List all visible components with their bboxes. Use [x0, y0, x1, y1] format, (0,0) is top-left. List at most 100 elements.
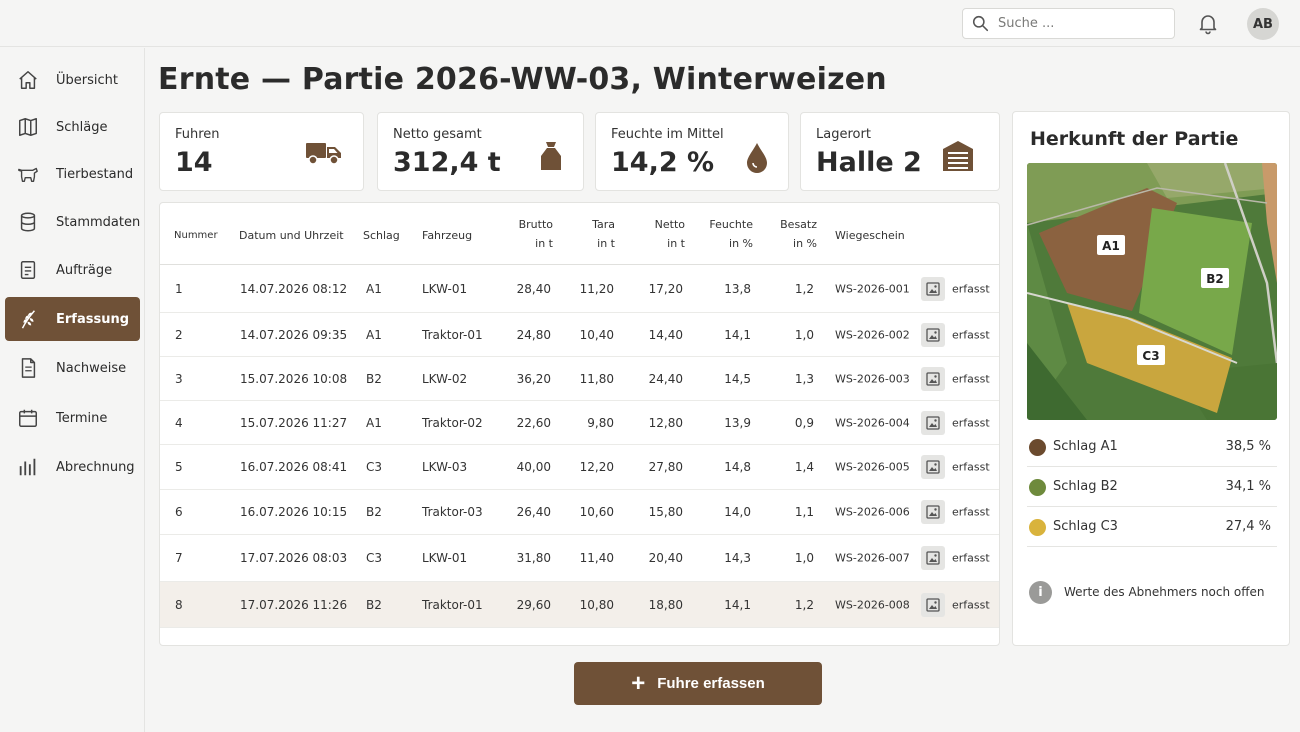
avatar[interactable]: AB — [1247, 8, 1279, 40]
legend-percent: 38,5 % — [1225, 439, 1271, 454]
cell-status: erfasst — [952, 505, 990, 519]
bar-chart-icon — [19, 458, 36, 476]
header-tara[interactable]: Tara in t — [564, 215, 615, 253]
info-note: i Werte des Abnehmers noch offen — [1027, 580, 1277, 606]
legend-name: Schlag C3 — [1053, 519, 1118, 534]
table-row[interactable]: 4 15.07.2026 11:27 A1 Traktor-02 22,60 9,80 12… — [160, 401, 999, 445]
table-row[interactable]: 3 15.07.2026 10:08 B2 LKW-02 36,20 11,80 24,40… — [160, 357, 999, 401]
cell-fahrzeug: Traktor-01 — [422, 327, 483, 342]
cell-tara: 11,20 — [579, 282, 614, 296]
cell-besatz: 1,0 — [794, 551, 814, 565]
cell-nr: 4 — [175, 415, 183, 430]
sidebar-item-nachweise[interactable]: Nachweise — [5, 346, 140, 390]
image-icon[interactable] — [921, 592, 945, 617]
sidebar-item-abrechnung[interactable]: Abrechnung — [5, 445, 140, 489]
droplet-icon — [747, 143, 767, 173]
cell-tara: 11,80 — [579, 371, 614, 386]
storage-hall-icon — [943, 141, 973, 171]
cell-tara: 12,20 — [579, 460, 614, 474]
header-besatz-unit: in % — [793, 237, 817, 250]
image-icon[interactable] — [921, 322, 945, 347]
header-besatz-label: Besatz — [780, 218, 817, 231]
home-icon — [19, 71, 37, 89]
header-besatz[interactable]: Besatz in % — [760, 215, 817, 253]
image-icon[interactable] — [921, 366, 945, 391]
table-row[interactable]: 5 16.07.2026 08:41 C3 LKW-03 40,00 12,20 27,80… — [160, 445, 999, 490]
sidebar-item-schlaege[interactable]: Schläge — [5, 105, 140, 149]
cell-fahrzeug: Traktor-03 — [422, 505, 483, 519]
header-netto[interactable]: Netto in t — [634, 215, 685, 253]
cell-tara: 10,80 — [579, 597, 614, 612]
header-fahrzeug[interactable]: Fahrzeug — [422, 226, 472, 245]
field-map[interactable]: A1 B2 C3 — [1027, 163, 1277, 420]
sidebar-item-tierbestand[interactable]: Tierbestand — [5, 152, 140, 196]
legend-percent: 27,4 % — [1225, 519, 1271, 534]
cell-datum: 15.07.2026 11:27 — [240, 415, 348, 430]
table-row[interactable]: 1 14.07.2026 08:12 A1 LKW-01 28,40 11,20 17,20… — [160, 266, 999, 313]
sidebar-item-stammdaten[interactable]: Stammdaten — [5, 200, 140, 244]
cell-tara: 10,60 — [579, 505, 614, 519]
table-row[interactable]: 7 17.07.2026 08:03 C3 LKW-01 31,80 11,40 20,40… — [160, 535, 999, 582]
header-schlag[interactable]: Schlag — [363, 226, 400, 245]
cell-schlag: A1 — [366, 415, 382, 430]
cell-schein: WS-2026-001 — [835, 282, 910, 296]
sidebar-item-label: Übersicht — [56, 72, 118, 88]
search-input[interactable] — [998, 16, 1158, 31]
bell-icon[interactable] — [1196, 11, 1220, 35]
legend-dot — [1029, 439, 1046, 456]
cell-status: erfasst — [952, 551, 990, 565]
cell-brutto: 36,20 — [516, 371, 551, 386]
cell-schein: WS-2026-002 — [835, 328, 910, 341]
sidebar-item-erfassung[interactable]: Erfassung — [5, 297, 140, 341]
search-box[interactable] — [962, 8, 1175, 39]
table-row[interactable]: 8 17.07.2026 11:26 B2 Traktor-01 29,60 10,80 1… — [160, 582, 999, 628]
stat-card-netto: Netto gesamt 312,4 t — [377, 112, 584, 191]
cell-schlag: C3 — [366, 460, 383, 474]
cell-brutto: 22,60 — [516, 415, 551, 430]
sidebar-item-auftraege[interactable]: Aufträge — [5, 248, 140, 292]
cell-besatz: 1,2 — [794, 597, 814, 612]
cell-feuchte: 14,3 — [724, 551, 751, 565]
svg-text:A1: A1 — [1102, 239, 1120, 253]
header-feuchte-label: Feuchte — [709, 218, 753, 231]
image-icon[interactable] — [921, 546, 945, 570]
cell-brutto: 24,80 — [516, 327, 551, 342]
cell-brutto: 29,60 — [516, 597, 551, 612]
sidebar-item-label: Abrechnung — [56, 459, 135, 475]
add-delivery-button[interactable]: + Fuhre erfassen — [574, 662, 822, 705]
stat-card-lagerort: Lagerort Halle 2 — [800, 112, 1000, 191]
cell-tara: 11,40 — [579, 551, 614, 565]
table-row[interactable]: 6 16.07.2026 10:15 B2 Traktor-03 26,40 10,60 1… — [160, 490, 999, 535]
cell-besatz: 1,2 — [794, 282, 814, 296]
cell-datum: 14.07.2026 08:12 — [240, 282, 348, 296]
header-wiegeschein[interactable]: Wiegeschein — [835, 226, 905, 245]
cell-fahrzeug: Traktor-02 — [422, 415, 483, 430]
grain-sack-icon — [541, 142, 561, 170]
cell-netto: 24,40 — [648, 371, 683, 386]
origin-panel: Herkunft der Partie A1 B2 C3 Schlag A1 3… — [1012, 111, 1290, 646]
sidebar-item-label: Termine — [56, 410, 108, 426]
header-nummer[interactable]: Nummer — [174, 226, 218, 245]
database-icon — [20, 212, 36, 232]
cell-netto: 18,80 — [648, 597, 683, 612]
header-feuchte[interactable]: Feuchte in % — [697, 215, 753, 253]
cell-schlag: B2 — [366, 505, 382, 519]
image-icon[interactable] — [921, 410, 945, 435]
table-row[interactable]: 2 14.07.2026 09:35 A1 Traktor-01 24,80 10,40 1… — [160, 313, 999, 357]
sidebar-item-uebersicht[interactable]: Übersicht — [5, 58, 140, 102]
wheat-icon — [21, 310, 35, 329]
sidebar-item-label: Erfassung — [56, 311, 130, 327]
cell-fahrzeug: LKW-02 — [422, 371, 468, 386]
sidebar-item-termine[interactable]: Termine — [5, 396, 140, 440]
map-icon — [19, 118, 37, 136]
header-brutto[interactable]: Brutto in t — [502, 215, 553, 253]
image-icon[interactable] — [921, 277, 945, 301]
cell-feuchte: 14,1 — [724, 327, 751, 342]
image-icon[interactable] — [921, 455, 945, 479]
cell-datum: 17.07.2026 11:26 — [240, 597, 348, 612]
cell-datum: 16.07.2026 08:41 — [240, 460, 348, 474]
cell-besatz: 0,9 — [794, 415, 814, 430]
header-netto-unit: in t — [667, 237, 685, 250]
image-icon[interactable] — [921, 500, 945, 524]
header-datum[interactable]: Datum und Uhrzeit — [239, 226, 344, 245]
